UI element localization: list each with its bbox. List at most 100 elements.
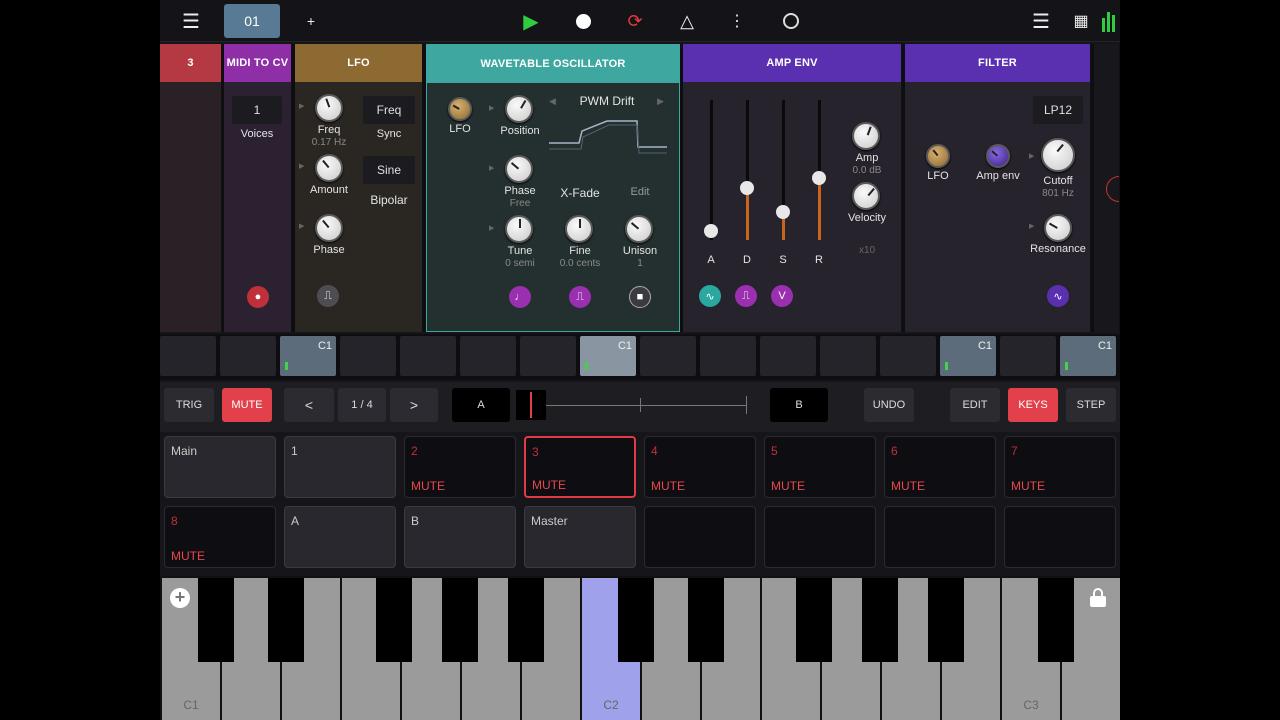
record-icon[interactable] — [573, 8, 593, 34]
black-key[interactable] — [862, 578, 898, 662]
trig-button[interactable]: TRIG — [164, 388, 214, 422]
filter-ampenv-knob[interactable] — [986, 144, 1010, 168]
velocity-knob[interactable] — [852, 182, 880, 210]
lfo-freq-mode[interactable]: Freq — [363, 96, 415, 124]
loop-icon[interactable]: ⟳ — [622, 8, 648, 34]
wt-phase-knob[interactable] — [505, 155, 533, 183]
wt-tune-knob[interactable] — [505, 215, 533, 243]
pad-empty[interactable] — [644, 506, 756, 568]
wt-lfo-knob[interactable] — [448, 97, 472, 121]
pad-4[interactable]: 4 MUTE — [644, 436, 756, 498]
step-cell[interactable] — [400, 336, 456, 376]
black-key[interactable] — [198, 578, 234, 662]
wt-preset-name[interactable]: PWM Drift — [571, 94, 643, 108]
lfo-sync-label[interactable]: Sync — [354, 128, 422, 140]
step-cell[interactable] — [640, 336, 696, 376]
lfo-phase-knob[interactable] — [315, 214, 343, 242]
prev-page-button[interactable]: < — [284, 388, 334, 422]
lfo-freq-knob[interactable] — [315, 94, 343, 122]
prev-preset-icon[interactable]: ◀ — [549, 96, 556, 107]
step-cell[interactable] — [220, 336, 276, 376]
pad-empty[interactable] — [764, 506, 876, 568]
scene-crossfader[interactable] — [516, 390, 748, 420]
resonance-knob[interactable] — [1044, 214, 1072, 242]
undo-button[interactable]: UNDO — [864, 388, 914, 422]
add-pattern-button[interactable]: + — [300, 8, 322, 34]
midi-port-icon[interactable]: ● — [247, 286, 269, 308]
scene-a-button[interactable]: A — [452, 388, 510, 422]
pad-7[interactable]: 7 MUTE — [1004, 436, 1116, 498]
env-audio-input-icon[interactable]: ∿ — [699, 285, 721, 307]
step-cell[interactable]: C1 — [280, 336, 336, 376]
next-preset-icon[interactable]: ▶ — [657, 96, 664, 107]
keys-button[interactable]: KEYS — [1008, 388, 1058, 422]
black-key[interactable] — [268, 578, 304, 662]
lock-icon[interactable] — [1090, 588, 1106, 608]
pad-main[interactable]: Main — [164, 436, 276, 498]
time-multiplier[interactable]: x10 — [832, 245, 901, 256]
filter-type-select[interactable]: LP12 — [1033, 96, 1083, 124]
step-button[interactable]: STEP — [1066, 388, 1116, 422]
pad-2[interactable]: 2 MUTE — [404, 436, 516, 498]
step-cell[interactable] — [340, 336, 396, 376]
link-icon[interactable] — [778, 8, 804, 34]
env-velocity-input-icon[interactable]: V — [771, 285, 793, 307]
black-key[interactable] — [1038, 578, 1074, 662]
black-key[interactable] — [376, 578, 412, 662]
black-key[interactable] — [508, 578, 544, 662]
step-cell[interactable]: C1 — [1060, 336, 1116, 376]
more-icon[interactable]: ⋮ — [726, 8, 748, 34]
play-icon[interactable]: ▶ — [518, 8, 544, 34]
black-key[interactable] — [442, 578, 478, 662]
wt-position-knob[interactable] — [505, 95, 533, 123]
filter-lfo-knob[interactable] — [926, 144, 950, 168]
step-cell[interactable] — [520, 336, 576, 376]
edit-button[interactable]: EDIT — [950, 388, 1000, 422]
step-cell[interactable] — [1000, 336, 1056, 376]
pad-b[interactable]: B — [404, 506, 516, 568]
wt-edit-button[interactable]: Edit — [605, 186, 675, 198]
mute-button[interactable]: MUTE — [222, 388, 272, 422]
menu-icon[interactable]: ☰ — [178, 8, 204, 34]
pad-a[interactable]: A — [284, 506, 396, 568]
pad-master[interactable]: Master — [524, 506, 636, 568]
voices-value[interactable]: 1 — [232, 96, 282, 124]
next-module-peek[interactable] — [1094, 44, 1120, 332]
cutoff-knob[interactable] — [1041, 138, 1075, 172]
pad-empty[interactable] — [884, 506, 996, 568]
lfo-amount-knob[interactable] — [315, 154, 343, 182]
black-key[interactable] — [688, 578, 724, 662]
pad-3[interactable]: 3 MUTE — [524, 436, 636, 498]
pad-5[interactable]: 5 MUTE — [764, 436, 876, 498]
add-icon[interactable]: + — [170, 588, 190, 608]
lfo-square-output-icon[interactable]: ⎍ — [317, 285, 339, 307]
wt-gate-input-icon[interactable]: ⎍ — [569, 286, 591, 308]
step-cell[interactable] — [880, 336, 936, 376]
black-key[interactable] — [928, 578, 964, 662]
lfo-bipolar-toggle[interactable]: Bipolar — [354, 193, 422, 207]
step-cell[interactable] — [160, 336, 216, 376]
sustain-slider[interactable] — [776, 205, 790, 219]
pad-empty[interactable] — [1004, 506, 1116, 568]
wt-pitch-input-icon[interactable]: ♩ — [509, 286, 531, 308]
next-page-button[interactable]: > — [390, 388, 438, 422]
wt-unison-knob[interactable] — [625, 215, 653, 243]
grid-icon[interactable]: ▦ — [1068, 8, 1094, 34]
env-gate-input-icon[interactable]: ⎍ — [735, 285, 757, 307]
metronome-icon[interactable]: △ — [674, 8, 700, 34]
step-cell[interactable]: C1 — [940, 336, 996, 376]
black-key[interactable] — [618, 578, 654, 662]
scene-b-button[interactable]: B — [770, 388, 828, 422]
filter-audio-input-icon[interactable]: ∿ — [1047, 285, 1069, 307]
step-cell[interactable] — [700, 336, 756, 376]
list-icon[interactable]: ☰ — [1028, 8, 1054, 34]
wt-fine-knob[interactable] — [565, 215, 593, 243]
pad-1[interactable]: 1 — [284, 436, 396, 498]
pad-6[interactable]: 6 MUTE — [884, 436, 996, 498]
amp-knob[interactable] — [852, 122, 880, 150]
step-cell[interactable] — [460, 336, 516, 376]
pad-8[interactable]: 8 MUTE — [164, 506, 276, 568]
black-key[interactable] — [796, 578, 832, 662]
attack-slider[interactable] — [704, 224, 718, 238]
step-cell[interactable] — [760, 336, 816, 376]
